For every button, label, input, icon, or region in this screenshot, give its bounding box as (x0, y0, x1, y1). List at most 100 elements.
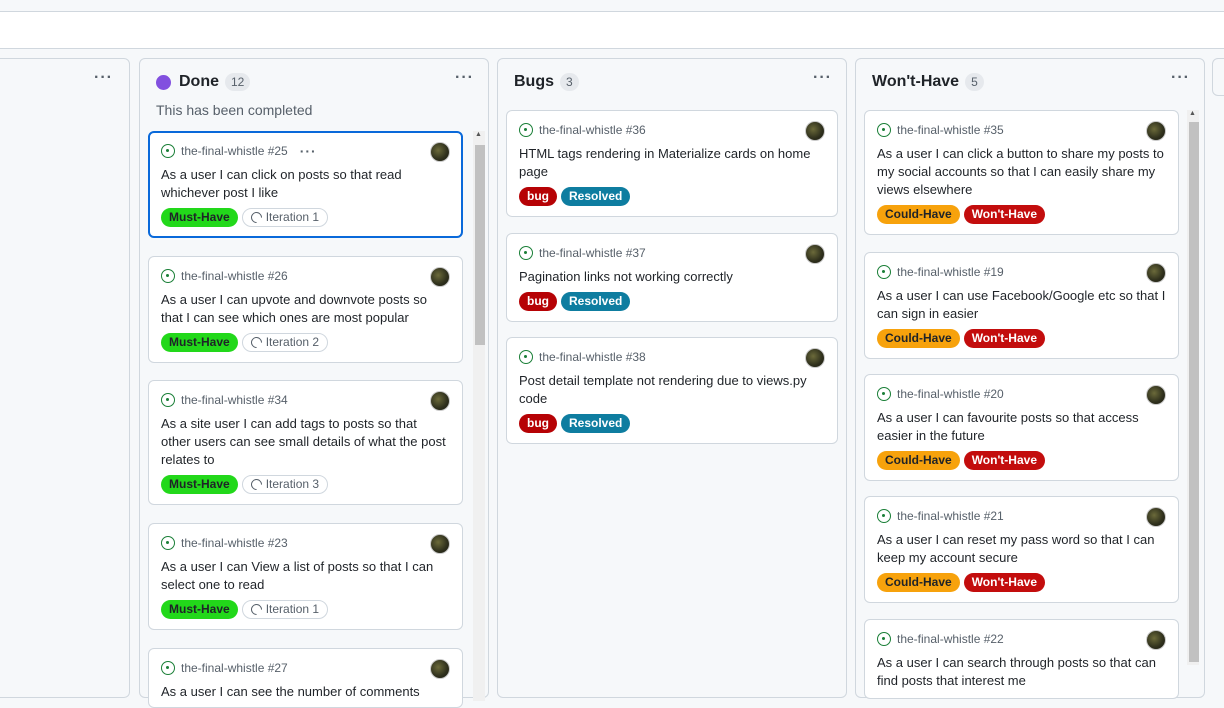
column-previous: ··· (0, 58, 130, 698)
iteration-icon (248, 209, 264, 226)
avatar[interactable] (430, 534, 450, 554)
wont-have-label: Won't-Have (963, 329, 1045, 348)
priority-label: Must-Have (161, 600, 238, 619)
card-title[interactable]: As a user I can reset my pass word so th… (877, 531, 1166, 567)
issue-card[interactable]: the-final-whistle #25 ··· As a user I can… (148, 131, 463, 238)
card-title[interactable]: As a user I can see the number of commen… (161, 683, 450, 701)
open-issue-icon (519, 246, 533, 260)
iteration-label: Iteration 2 (265, 335, 320, 349)
issue-card[interactable]: the-final-whistle #37 Pagination links n… (506, 233, 838, 322)
resolved-label: Resolved (561, 187, 631, 206)
iteration-label: Iteration 3 (265, 477, 320, 491)
issue-card[interactable]: the-final-whistle #38 Post detail templa… (506, 337, 838, 444)
open-issue-icon (161, 536, 175, 550)
priority-label: Must-Have (161, 208, 238, 227)
card-title[interactable]: Post detail template not rendering due t… (519, 372, 825, 408)
column-menu-button[interactable]: ··· (94, 69, 113, 87)
open-issue-icon (161, 144, 175, 158)
issue-reference[interactable]: the-final-whistle #23 (181, 536, 288, 550)
issue-reference[interactable]: the-final-whistle #35 (897, 123, 1004, 137)
column-title: Won't-Have (872, 73, 960, 90)
column-scrollbar[interactable]: ▲ (1187, 110, 1199, 665)
column-header: Won't-Have 5 (872, 73, 984, 91)
open-issue-icon (519, 123, 533, 137)
issue-card[interactable]: the-final-whistle #20 As a user I can fa… (864, 374, 1179, 481)
issue-reference[interactable]: the-final-whistle #26 (181, 269, 288, 283)
card-title[interactable]: As a user I can use Facebook/Google etc … (877, 287, 1166, 323)
issue-reference[interactable]: the-final-whistle #37 (539, 246, 646, 260)
iteration-field: Iteration 2 (241, 333, 329, 352)
card-title[interactable]: HTML tags rendering in Materialize cards… (519, 145, 825, 181)
card-title[interactable]: As a site user I can add tags to posts s… (161, 415, 450, 469)
avatar[interactable] (1146, 263, 1166, 283)
column-menu-button[interactable]: ··· (813, 69, 832, 87)
issue-card[interactable]: the-final-whistle #36 HTML tags renderin… (506, 110, 838, 217)
open-issue-icon (877, 632, 891, 646)
avatar[interactable] (805, 244, 825, 264)
column-count: 3 (560, 73, 579, 91)
issue-card[interactable]: the-final-whistle #35 As a user I can cl… (864, 110, 1179, 235)
issue-reference[interactable]: the-final-whistle #36 (539, 123, 646, 137)
issue-reference[interactable]: the-final-whistle #19 (897, 265, 1004, 279)
column-menu-button[interactable]: ··· (1171, 69, 1190, 87)
open-issue-icon (877, 509, 891, 523)
card-title[interactable]: As a user I can favourite posts so that … (877, 409, 1166, 445)
column-next (1212, 58, 1224, 96)
wont-have-label: Won't-Have (963, 205, 1045, 224)
card-title[interactable]: As a user I can click a button to share … (877, 145, 1166, 199)
priority-label: Could-Have (877, 573, 960, 592)
issue-card[interactable]: the-final-whistle #34 As a site user I c… (148, 380, 463, 505)
column-menu-button[interactable]: ··· (455, 69, 474, 87)
open-issue-icon (519, 350, 533, 364)
avatar[interactable] (430, 142, 450, 162)
scroll-up-arrow-icon[interactable]: ▲ (475, 131, 482, 138)
scroll-up-arrow-icon[interactable]: ▲ (1189, 110, 1196, 117)
avatar[interactable] (805, 121, 825, 141)
issue-card[interactable]: the-final-whistle #22 As a user I can se… (864, 619, 1179, 699)
iteration-field: Iteration 1 (241, 600, 329, 619)
issue-card[interactable]: the-final-whistle #23 As a user I can Vi… (148, 523, 463, 630)
card-title[interactable]: As a user I can upvote and downvote post… (161, 291, 450, 327)
priority-label: Could-Have (877, 205, 960, 224)
project-toolbar (0, 12, 1224, 49)
issue-card[interactable]: the-final-whistle #19 As a user I can us… (864, 252, 1179, 359)
issue-reference[interactable]: the-final-whistle #25 (181, 144, 288, 158)
issue-reference[interactable]: the-final-whistle #27 (181, 661, 288, 675)
issue-reference[interactable]: the-final-whistle #34 (181, 393, 288, 407)
avatar[interactable] (805, 348, 825, 368)
open-issue-icon (161, 393, 175, 407)
open-issue-icon (877, 123, 891, 137)
priority-label: Must-Have (161, 475, 238, 494)
scrollbar-thumb[interactable] (475, 145, 485, 345)
card-more-button[interactable]: ··· (300, 143, 317, 159)
issue-reference[interactable]: the-final-whistle #22 (897, 632, 1004, 646)
avatar[interactable] (430, 659, 450, 679)
avatar[interactable] (430, 267, 450, 287)
avatar[interactable] (1146, 630, 1166, 650)
priority-label: Must-Have (161, 333, 238, 352)
column-wont-have: Won't-Have 5 ··· the-final-whistle #35 A… (855, 58, 1205, 699)
top-strip (0, 0, 1224, 12)
issue-reference[interactable]: the-final-whistle #20 (897, 387, 1004, 401)
card-title[interactable]: Pagination links not working correctly (519, 268, 825, 286)
card-title[interactable]: As a user I can search through posts so … (877, 654, 1166, 690)
resolved-label: Resolved (561, 292, 631, 311)
scrollbar-thumb[interactable] (1189, 122, 1199, 662)
bug-label: bug (519, 292, 557, 311)
column-count: 12 (225, 73, 251, 91)
avatar[interactable] (1146, 507, 1166, 527)
issue-reference[interactable]: the-final-whistle #21 (897, 509, 1004, 523)
issue-card[interactable]: the-final-whistle #27 As a user I can se… (148, 648, 463, 708)
iteration-label: Iteration 1 (265, 210, 320, 224)
issue-card[interactable]: the-final-whistle #21 As a user I can re… (864, 496, 1179, 603)
avatar[interactable] (430, 391, 450, 411)
avatar[interactable] (1146, 385, 1166, 405)
card-title[interactable]: As a user I can click on posts so that r… (161, 166, 450, 202)
column-scrollbar[interactable]: ▲ (473, 131, 485, 701)
iteration-field: Iteration 1 (241, 208, 329, 227)
issue-card[interactable]: the-final-whistle #26 As a user I can up… (148, 256, 463, 363)
issue-reference[interactable]: the-final-whistle #38 (539, 350, 646, 364)
column-done: Done 12 ··· This has been completed the-… (139, 58, 489, 708)
avatar[interactable] (1146, 121, 1166, 141)
card-title[interactable]: As a user I can View a list of posts so … (161, 558, 450, 594)
